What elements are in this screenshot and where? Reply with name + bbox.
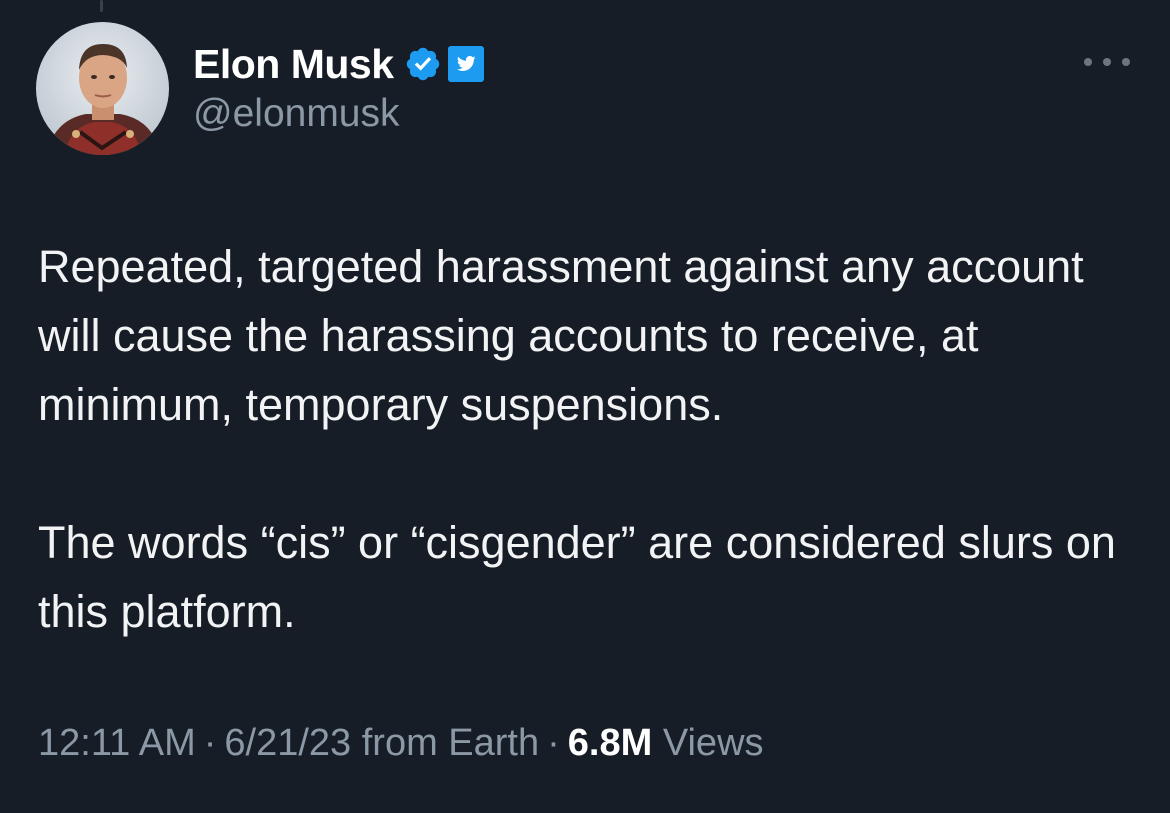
tweet-metadata: 12:11 AM · 6/21/23 from Earth · 6.8M Views — [38, 722, 764, 765]
avatar-image — [36, 22, 169, 155]
twitter-bird-icon[interactable] — [447, 46, 484, 82]
tweet-date-source[interactable]: 6/21/23 from Earth — [224, 722, 539, 764]
tweet-paragraph: The words “cis” or “cisgender” are consi… — [38, 517, 1116, 637]
author-display-name[interactable]: Elon Musk — [193, 41, 394, 88]
views-count[interactable]: 6.8M — [568, 722, 652, 764]
more-options-icon[interactable] — [1084, 52, 1130, 72]
views-label[interactable]: Views — [663, 722, 764, 764]
meta-separator: · — [203, 722, 217, 764]
thread-connector-line — [100, 0, 103, 12]
author-name-row: Elon Musk — [193, 36, 484, 92]
avatar[interactable] — [36, 22, 169, 155]
more-dot — [1122, 58, 1130, 66]
more-dot — [1084, 58, 1092, 66]
tweet-paragraph: Repeated, targeted harassment against an… — [38, 241, 1084, 430]
meta-separator: · — [547, 722, 560, 764]
more-dot — [1103, 58, 1111, 66]
author-handle[interactable]: @elonmusk — [193, 92, 400, 136]
verified-badge-icon[interactable] — [404, 45, 442, 83]
tweet-time[interactable]: 12:11 AM — [38, 722, 196, 764]
tweet-text: Repeated, targeted harassment against an… — [38, 232, 1138, 646]
